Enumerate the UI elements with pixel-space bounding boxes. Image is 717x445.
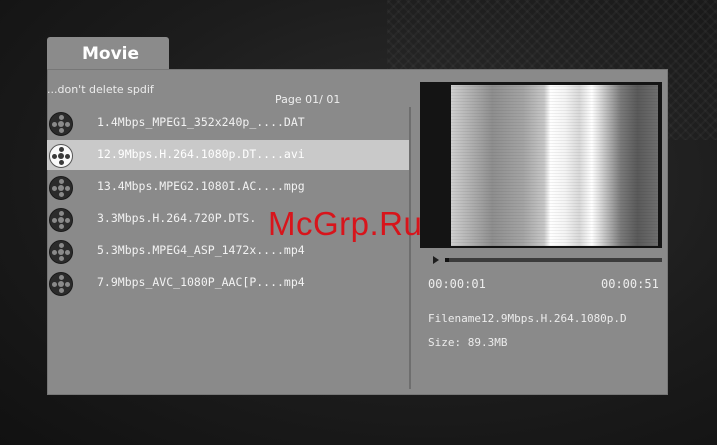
folder-path-label: ...don't delete spdif bbox=[47, 83, 154, 96]
file-name: 13.4Mbps.MPEG2.1080I.AC....mpg bbox=[97, 179, 305, 193]
film-reel-icon bbox=[49, 208, 73, 232]
file-name: 7.9Mbps_AVC_1080P_AAC[P....mp4 bbox=[97, 275, 305, 289]
film-reel-icon bbox=[49, 176, 73, 200]
file-row[interactable]: 1.4Mbps_MPEG1_352x240p_....DAT bbox=[47, 107, 409, 139]
file-row[interactable]: 7.9Mbps_AVC_1080P_AAC[P....mp4 bbox=[47, 267, 409, 299]
video-preview bbox=[420, 82, 662, 248]
total-time: 00:00:51 bbox=[601, 277, 659, 291]
file-name: 1.4Mbps_MPEG1_352x240p_....DAT bbox=[97, 115, 305, 129]
film-reel-icon bbox=[49, 112, 73, 136]
watermark-text: McGrp.Ru bbox=[268, 205, 423, 242]
film-reel-icon bbox=[49, 144, 73, 168]
progress-fill bbox=[445, 258, 450, 262]
panel-divider bbox=[409, 107, 411, 389]
play-icon[interactable] bbox=[433, 256, 439, 264]
playback-progress-bar[interactable] bbox=[445, 258, 662, 262]
tab-movie[interactable]: Movie bbox=[47, 37, 169, 71]
file-row[interactable]: 12.9Mbps.H.264.1080p.DT....avi bbox=[47, 139, 409, 171]
file-list: 1.4Mbps_MPEG1_352x240p_....DAT 12.9Mbps.… bbox=[47, 107, 409, 299]
elapsed-time: 00:00:01 bbox=[428, 277, 486, 291]
film-reel-icon bbox=[49, 240, 73, 264]
page-indicator: Page 01/ 01 bbox=[275, 93, 341, 106]
video-frame bbox=[451, 85, 658, 246]
file-name: 3.3Mbps.H.264.720P.DTS. bbox=[97, 211, 257, 225]
file-row[interactable]: 13.4Mbps.MPEG2.1080I.AC....mpg bbox=[47, 171, 409, 203]
file-name: 12.9Mbps.H.264.1080p.DT....avi bbox=[97, 147, 305, 161]
tab-movie-label: Movie bbox=[82, 44, 140, 64]
film-reel-icon bbox=[49, 272, 73, 296]
file-info-size: Size: 89.3MB bbox=[428, 336, 508, 349]
file-name: 5.3Mbps.MPEG4_ASP_1472x....mp4 bbox=[97, 243, 305, 257]
file-info-name: Filename12.9Mbps.H.264.1080p.D bbox=[428, 312, 627, 325]
